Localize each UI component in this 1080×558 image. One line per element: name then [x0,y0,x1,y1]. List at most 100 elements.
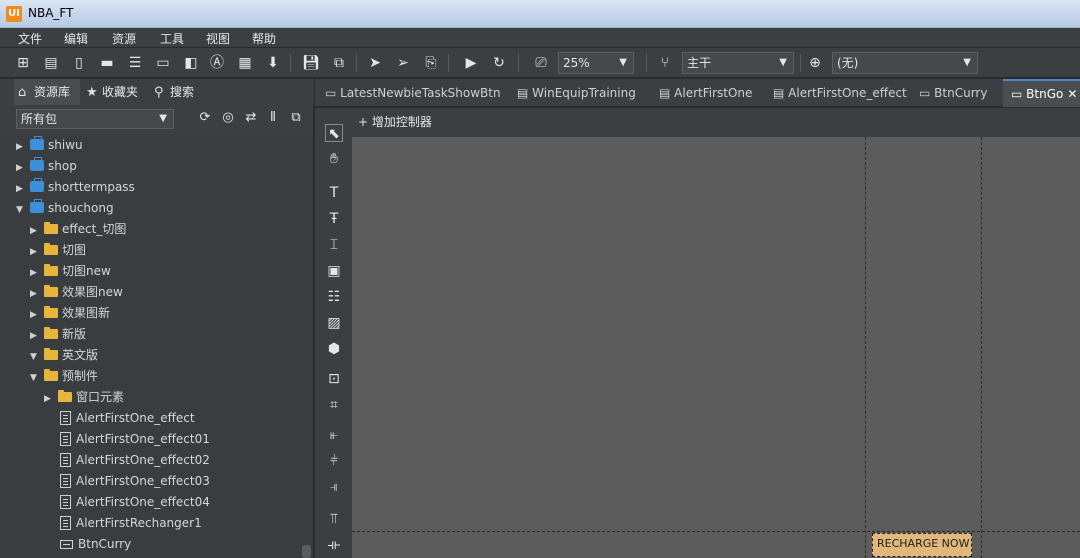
group-tool-icon[interactable]: ⊡ [325,370,343,388]
hand-tool-icon[interactable]: ✋︎ [325,150,343,168]
tree-item[interactable]: ▶ 切图new [30,261,111,282]
3d-box-tool-icon[interactable]: ⬢ [325,340,343,358]
tree-item[interactable]: ▶ 窗口元素 [44,387,124,408]
richtext-tool-icon[interactable]: Ŧ [325,210,343,228]
close-icon[interactable]: ✕ [1067,87,1077,101]
align-left-icon[interactable]: ⫦ [325,426,343,444]
text-tool-icon[interactable]: T [325,184,343,202]
stage-canvas[interactable]: RECHARGE NOW [352,137,1080,558]
branch-select[interactable]: 主干 ▼ [682,52,794,74]
tree-item[interactable]: AlertFirstRechanger1 [60,513,202,534]
relation-tool-icon[interactable]: ⌗ [325,396,343,414]
caret-right-icon[interactable]: ▶ [30,284,44,305]
tab-search[interactable]: ⚲ 搜索 [150,79,210,105]
pointer-tool-icon[interactable]: ⬉ [325,124,343,142]
doc-tab-active[interactable]: ▭ BtnGo ✕ [1003,79,1080,107]
save-all-icon[interactable]: ⧉ [330,54,348,72]
align-middle-icon[interactable]: ⟛ [325,536,343,554]
doc-tab[interactable]: ▭ BtnCurry [911,79,987,107]
caret-right-icon[interactable]: ▶ [30,242,44,263]
menu-help[interactable]: 帮助 [252,30,276,47]
tree-item[interactable]: ▶ shiwu [16,135,83,156]
caret-right-icon[interactable]: ▶ [30,326,44,347]
menu-file[interactable]: 文件 [18,30,42,47]
tree-item[interactable]: ▶ effect_切图 [30,219,126,240]
tree-item[interactable]: AlertFirstOne_effect01 [60,429,210,450]
input-text-tool-icon[interactable]: ⌶ [325,236,343,254]
menu-tools[interactable]: 工具 [160,30,184,47]
locate-icon[interactable]: ◎ [219,109,237,127]
tree-item[interactable]: BtnCurry [60,534,131,555]
align-top-icon[interactable]: ⫪ [325,510,343,528]
caret-right-icon[interactable]: ▶ [16,158,30,179]
publish-icon[interactable]: ➤ [366,54,384,72]
menu-view[interactable]: 视图 [206,30,230,47]
caret-right-icon[interactable]: ▶ [16,137,30,158]
tree-item[interactable]: ▼ shouchong [16,198,114,219]
new-movieclip-icon[interactable]: ▦ [236,54,254,72]
caret-right-icon[interactable]: ▶ [16,179,30,200]
new-progressbar-icon[interactable]: ▭ [154,54,172,72]
new-button-icon[interactable]: ▬ [98,54,116,72]
swap-icon[interactable]: ⇄ [242,109,260,127]
resolution-icon[interactable]: ⎚ [532,54,550,72]
columns-icon[interactable]: ⫴ [264,109,282,127]
align-center-icon[interactable]: ⫩ [325,452,343,470]
image-tool-icon[interactable]: ▣ [325,262,343,280]
language-select[interactable]: (无) ▼ [832,52,978,74]
tree-item[interactable]: AlertFirstOne_effect [60,408,195,429]
caret-down-icon[interactable]: ▼ [30,347,44,368]
tree-item[interactable]: ▼ 预制件 [30,366,98,387]
caret-right-icon[interactable]: ▶ [44,389,58,410]
doc-tab[interactable]: ▤ AlertFirstOne [651,79,752,107]
tree-item[interactable]: ▶ 切图 [30,240,86,261]
branch-icon[interactable]: ⑂ [656,54,674,72]
caret-down-icon[interactable]: ▼ [16,200,30,221]
save-icon[interactable]: 💾︎ [302,54,320,72]
caret-right-icon[interactable]: ▶ [30,305,44,326]
import-icon[interactable]: ⬇ [264,54,282,72]
tree-item[interactable]: ▶ shorttermpass [16,177,135,198]
doc-tab[interactable]: ▤ WinEquipTraining [509,79,636,107]
tree-item[interactable]: ▶ 效果图new [30,282,123,303]
tree-item[interactable]: ▶ shop [16,156,77,177]
package-select[interactable]: 所有包 ▼ [16,109,174,129]
tab-favorites[interactable]: ★ 收藏夹 [82,79,148,105]
tree-item[interactable]: ▶ 效果图新 [30,303,110,324]
tree-scrollbar[interactable] [300,135,313,558]
menu-edit[interactable]: 编辑 [64,30,88,47]
caret-right-icon[interactable]: ▶ [30,221,44,242]
new-font-icon[interactable]: Ⓐ [208,54,226,72]
new-component-icon[interactable]: ▤ [42,54,60,72]
publish-settings-icon[interactable]: ⎘ [422,54,440,72]
tab-library[interactable]: ⌂ 资源库 [14,79,80,105]
publish-all-icon[interactable]: ➢ [394,54,412,72]
doc-tab[interactable]: ▤ AlertFirstOne_effect [765,79,907,107]
zoom-select[interactable]: 25% ▼ [558,52,634,74]
new-package-icon[interactable]: ⊞ [14,54,32,72]
tree-item-label: shop [48,159,77,173]
refresh-icon[interactable]: ↻ [490,54,508,72]
bookmark-icon[interactable]: ▯ [70,54,88,72]
refresh-icon[interactable]: ⟳ [196,109,214,127]
caret-down-icon[interactable]: ▼ [30,368,44,389]
tree-item[interactable]: AlertFirstOne_effect02 [60,450,210,471]
tree-item[interactable]: ▼ 英文版 [30,345,98,366]
menu-resource[interactable]: 资源 [112,30,136,47]
recharge-button-preview[interactable]: RECHARGE NOW [872,533,972,557]
doc-tab[interactable]: ▭ LatestNewbieTaskShowBtn [317,79,501,107]
scrollbar-thumb[interactable] [302,545,311,558]
tree-item[interactable]: AlertFirstOne_effect04 [60,492,210,513]
caret-right-icon[interactable]: ▶ [30,263,44,284]
list-tool-icon[interactable]: ☷ [325,288,343,306]
align-right-icon[interactable]: ⫣ [325,478,343,496]
play-icon[interactable]: ▶ [462,54,480,72]
new-slider-icon[interactable]: ◧ [182,54,200,72]
add-controller-button[interactable]: + 增加控制器 [352,108,1080,137]
globe-icon[interactable]: ⊕ [806,54,824,72]
tree-item[interactable]: ▶ 新版 [30,324,86,345]
new-combobox-icon[interactable]: ☰ [126,54,144,72]
graph-tool-icon[interactable]: ▨ [325,314,343,332]
tree-item[interactable]: AlertFirstOne_effect03 [60,471,210,492]
collapse-icon[interactable]: ⧉ [287,109,305,127]
